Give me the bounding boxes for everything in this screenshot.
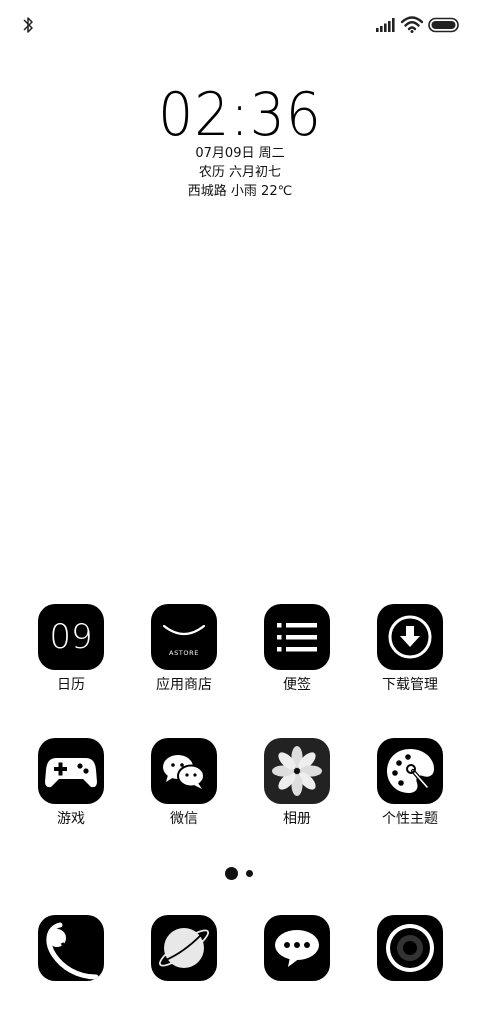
download-icon	[377, 604, 443, 670]
theme-palette-icon	[377, 738, 443, 804]
page-indicator[interactable]	[0, 866, 480, 882]
app-label: 相册	[283, 811, 311, 827]
app-download-manager[interactable]: 下载管理	[360, 604, 460, 694]
wechat-icon	[151, 738, 217, 804]
app-games[interactable]: 游戏	[21, 738, 121, 828]
page-dot	[246, 870, 253, 877]
calendar-icon-day: 09	[49, 617, 93, 657]
clock-weather: 西城路 小雨 22℃	[187, 184, 293, 199]
clock-time: 02:36	[158, 80, 322, 150]
app-row: 09 日历 ASTORE 应用商店 便签 下载管理	[0, 604, 480, 714]
clock-lunar-date: 农历 六月初七	[198, 165, 282, 180]
app-label: 日历	[57, 677, 85, 693]
dock-phone[interactable]	[21, 915, 121, 981]
app-row: 游戏 微信 相册 个性主题	[0, 738, 480, 848]
camera-icon	[377, 915, 443, 981]
wifi-icon	[401, 16, 423, 33]
app-notes[interactable]: 便签	[247, 604, 347, 694]
app-label: 个性主题	[382, 811, 438, 827]
app-store[interactable]: ASTORE 应用商店	[134, 604, 234, 694]
gallery-icon	[264, 738, 330, 804]
status-bar	[0, 0, 480, 50]
app-store-icon-text: ASTORE	[169, 649, 199, 657]
calendar-icon: 09	[38, 604, 104, 670]
app-wechat[interactable]: 微信	[134, 738, 234, 828]
app-store-icon: ASTORE	[151, 604, 217, 670]
app-calendar[interactable]: 09 日历	[21, 604, 121, 694]
battery-icon	[428, 17, 459, 33]
app-themes[interactable]: 个性主题	[360, 738, 460, 828]
gamepad-icon	[38, 738, 104, 804]
notes-icon	[264, 604, 330, 670]
app-label: 下载管理	[382, 677, 438, 693]
phone-icon	[38, 915, 104, 981]
dock	[0, 915, 480, 985]
browser-icon	[151, 915, 217, 981]
app-gallery[interactable]: 相册	[247, 738, 347, 828]
app-label: 游戏	[57, 811, 85, 827]
dock-messages[interactable]	[247, 915, 347, 981]
dock-browser[interactable]	[134, 915, 234, 981]
messages-icon	[264, 915, 330, 981]
page-dot-active	[225, 867, 238, 880]
clock-widget[interactable]: 02:36 07月09日 周二 农历 六月初七 西城路 小雨 22℃	[0, 84, 480, 201]
bluetooth-icon	[23, 17, 33, 33]
app-label: 应用商店	[156, 677, 212, 693]
app-label: 便签	[283, 677, 311, 693]
dock-camera[interactable]	[360, 915, 460, 981]
app-label: 微信	[170, 811, 198, 827]
signal-icon	[376, 18, 395, 32]
